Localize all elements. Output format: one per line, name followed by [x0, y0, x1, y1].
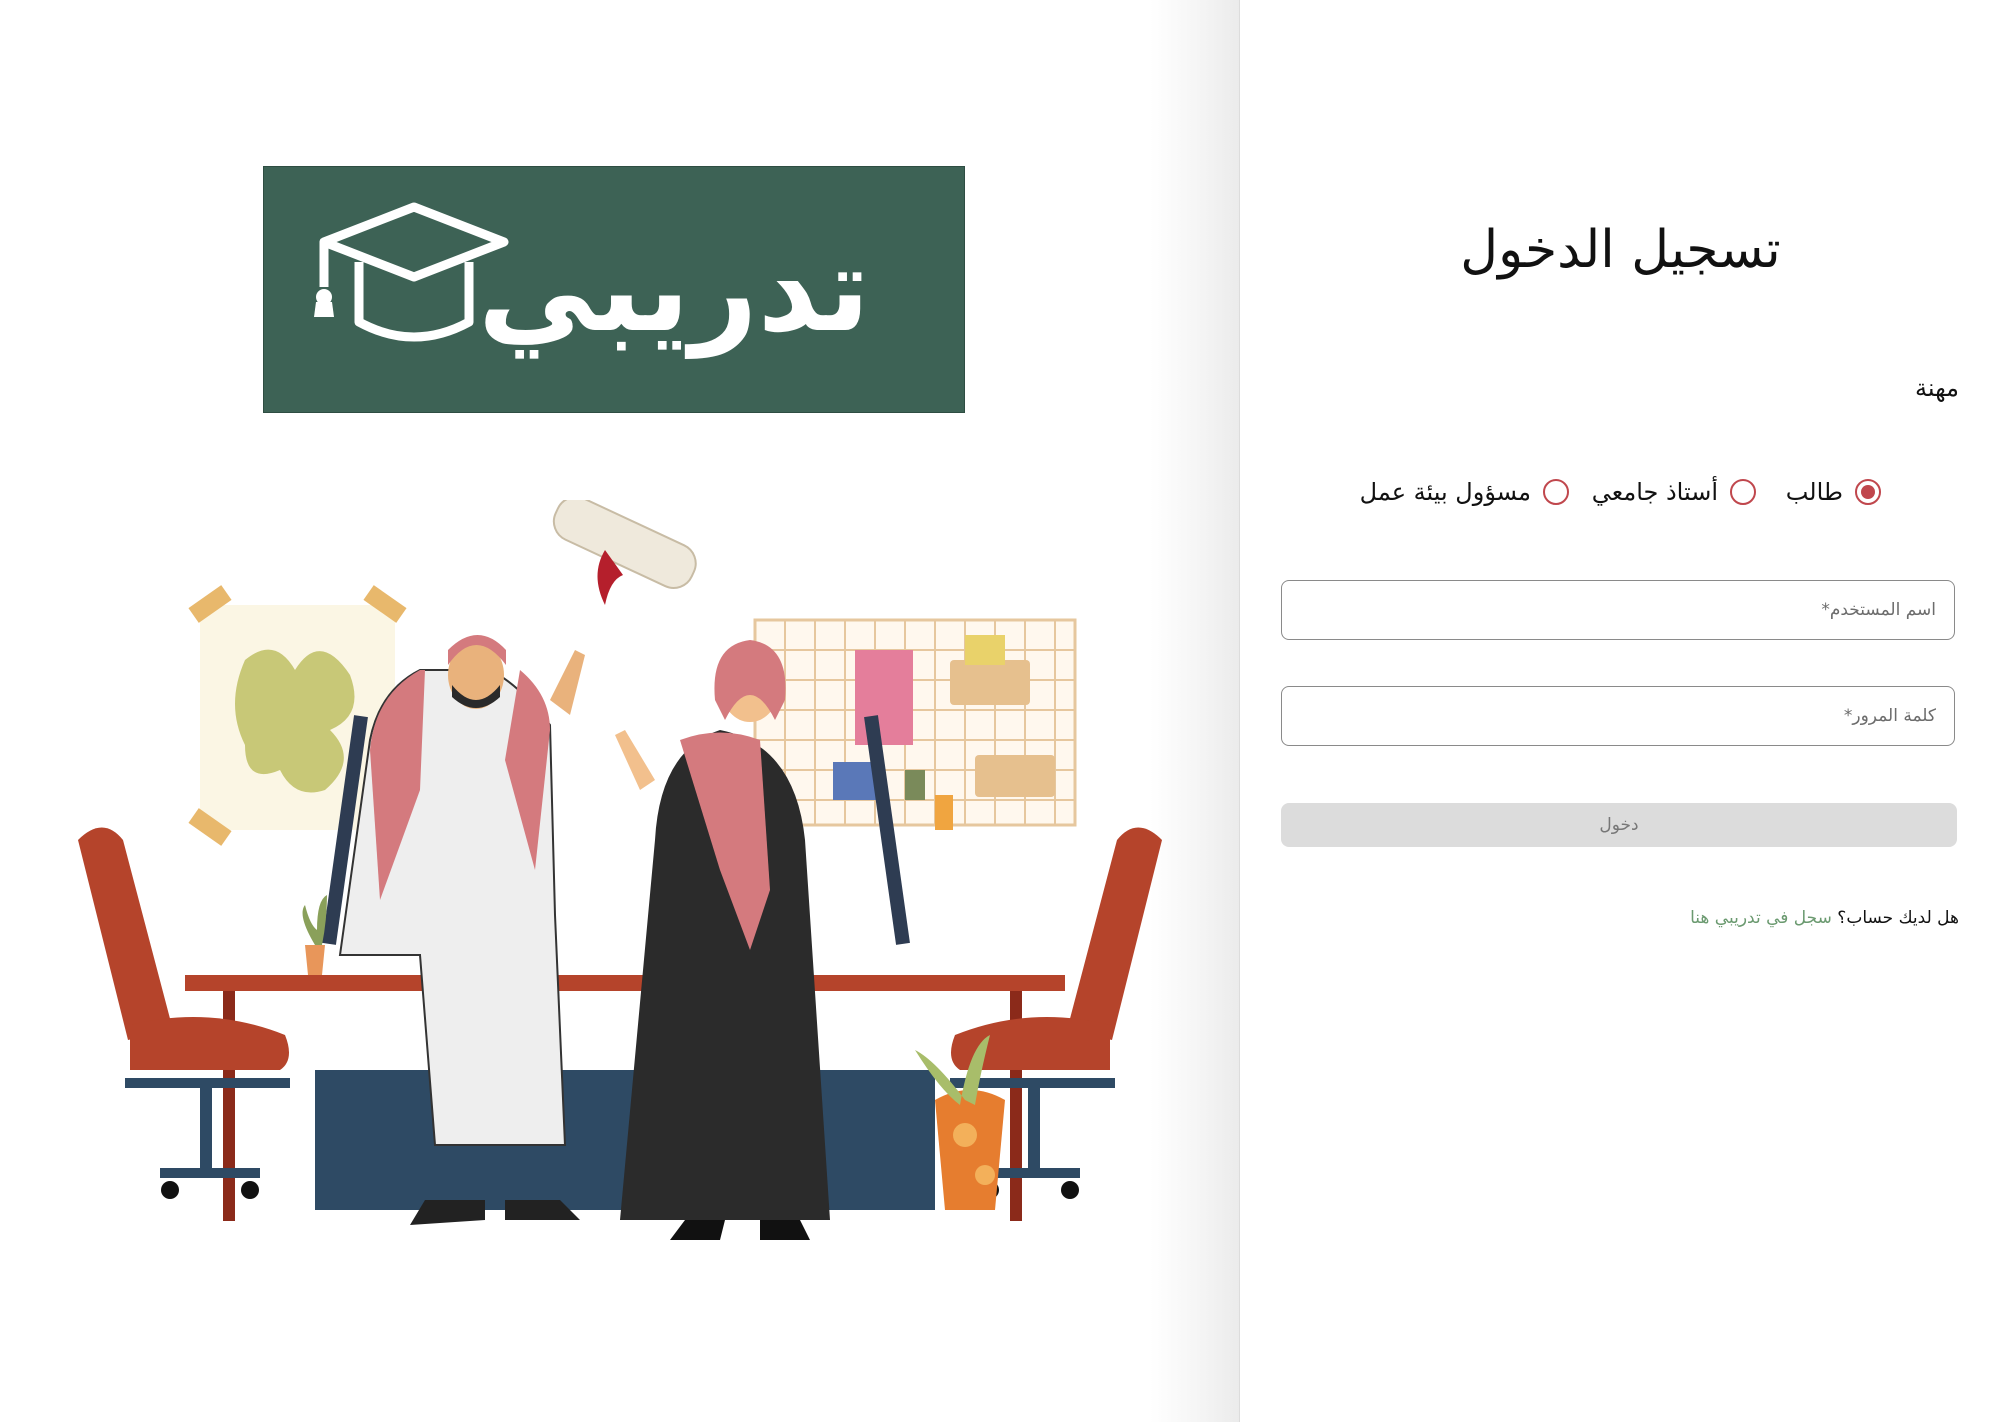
role-option-label: مسؤول بيئة عمل [1359, 478, 1531, 506]
role-radio-group: طالب أستاذ جامعي مسؤول بيئة عمل [1240, 470, 2000, 514]
role-option-workplace-admin[interactable]: مسؤول بيئة عمل [1360, 470, 1569, 514]
graduation-cap-icon: تدريبي [314, 202, 870, 359]
role-option-label: طالب [1785, 478, 1843, 506]
register-prompt-line: هل لديك حساب؟ سجل في تدريبي هنا [1690, 908, 1959, 928]
role-option-label: أستاذ جامعي [1591, 478, 1718, 506]
pinboard [753, 618, 1077, 830]
role-label: مهنة [1914, 374, 1959, 402]
role-option-professor[interactable]: أستاذ جامعي [1592, 470, 1756, 514]
login-button[interactable]: دخول [1281, 803, 1957, 847]
left-chair [78, 827, 290, 1199]
logo-text: تدريبي [478, 220, 870, 359]
page-title: تسجيل الدخول [1460, 220, 1781, 280]
radio-button-professor[interactable] [1730, 479, 1756, 505]
illustration-pane: تدريبي [0, 0, 1239, 1422]
desk [185, 975, 1065, 991]
office-illustration [78, 500, 1162, 1240]
role-option-student[interactable]: طالب [1786, 470, 1881, 514]
register-link[interactable]: سجل في تدريبي هنا [1690, 908, 1832, 928]
radio-button-student[interactable] [1855, 479, 1881, 505]
username-input[interactable] [1281, 580, 1955, 640]
password-input[interactable] [1281, 686, 1955, 746]
brand-logo: تدريبي [263, 166, 965, 413]
register-prompt: هل لديك حساب؟ [1837, 908, 1959, 928]
radio-button-workplace-admin[interactable] [1543, 479, 1569, 505]
login-panel: تسجيل الدخول مهنة طالب أستاذ جامعي مسؤول… [1239, 0, 2000, 1422]
diploma-scroll-icon [552, 500, 697, 605]
